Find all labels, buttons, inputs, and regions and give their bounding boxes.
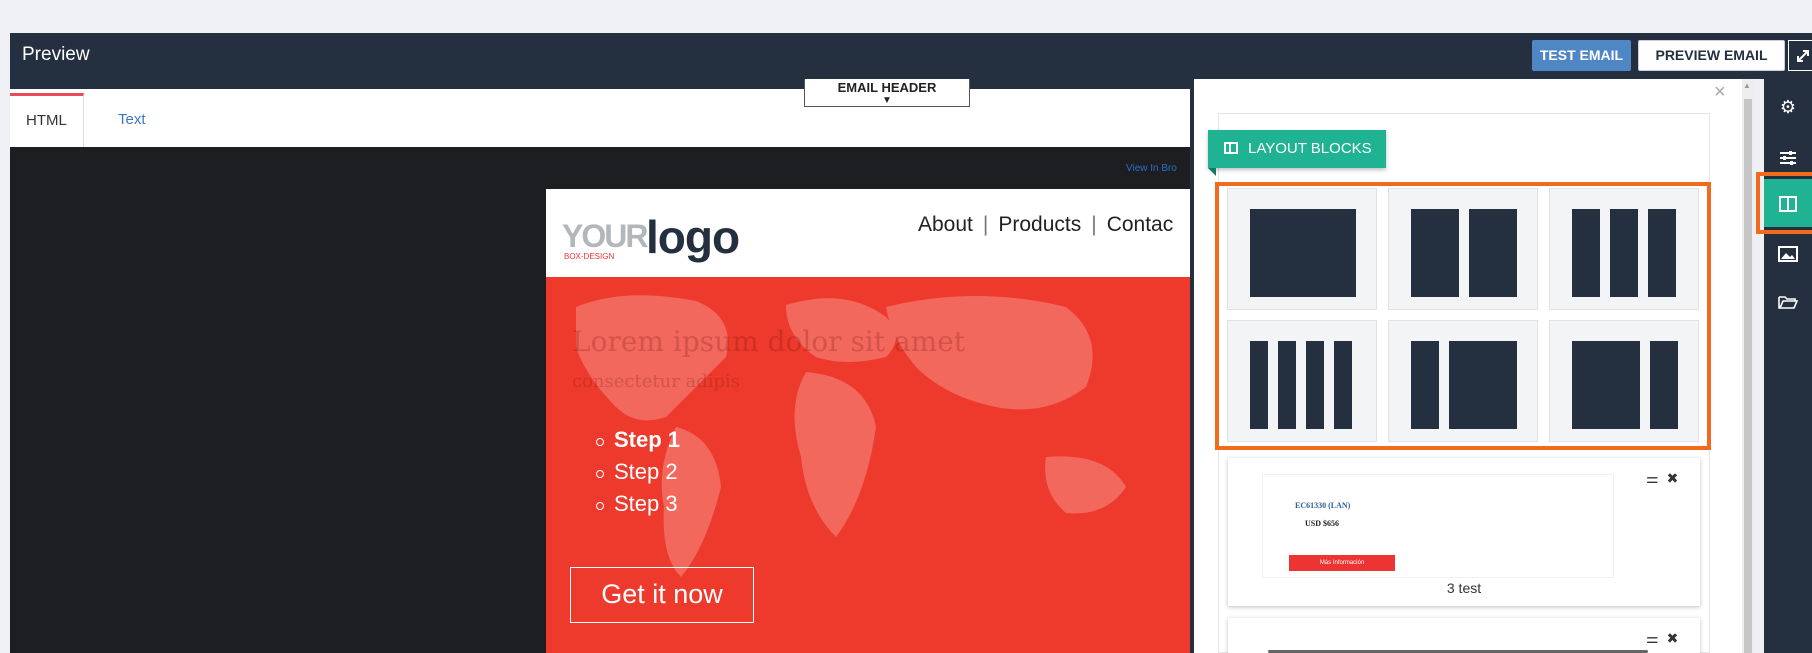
sliders-icon[interactable]: ⚌	[1646, 470, 1659, 486]
email-nav: About | Products | Contac	[918, 213, 1174, 236]
tab-text[interactable]: Text	[102, 93, 162, 147]
steps-list: Step 1 Step 2 Step 3	[596, 427, 680, 523]
sliders-icon[interactable]: ⚌	[1646, 630, 1659, 646]
preview-email-button[interactable]: PREVIEW EMAIL	[1638, 40, 1785, 71]
logo[interactable]: YOUR BOX-DESIGN logo	[562, 209, 762, 265]
email-logo-row: YOUR BOX-DESIGN logo About | Products | Cont…	[546, 189, 1190, 277]
email-header-label: EMAIL HEADER	[837, 80, 937, 95]
gear-icon[interactable]: ⚙	[1764, 83, 1812, 131]
nav-link-products[interactable]: Products	[998, 213, 1081, 236]
list-item: Step 1	[596, 427, 680, 453]
nav-link-about[interactable]: About	[918, 213, 973, 236]
saved-block-card[interactable]: ⚌ ✖	[1228, 618, 1700, 653]
email-editor: HTML Text EMAIL HEADER ▼ View In Bro YOU…	[10, 79, 1190, 653]
hero-heading: Lorem ipsum dolor sit amet	[572, 325, 966, 358]
email-canvas: YOUR BOX-DESIGN logo About | Products | Cont…	[546, 189, 1190, 653]
get-it-now-button[interactable]: Get it now	[570, 567, 754, 623]
svg-text:BOX-DESIGN: BOX-DESIGN	[564, 252, 614, 261]
list-item: Step 2	[596, 459, 680, 485]
email-header-toggle[interactable]: EMAIL HEADER ▼	[804, 79, 970, 107]
scroll-up-icon[interactable]: ▲	[1743, 81, 1751, 90]
close-icon[interactable]: ×	[1714, 81, 1726, 104]
columns-icon	[1224, 142, 1238, 154]
view-in-browser-link[interactable]: View In Bro	[1126, 163, 1177, 174]
delete-icon[interactable]: ✖	[1667, 470, 1679, 486]
list-item: Step 3	[596, 491, 680, 517]
image-icon[interactable]	[1764, 229, 1812, 277]
preview-header-bar: Preview TEST EMAIL PREVIEW EMAIL	[10, 33, 1812, 79]
expand-icon[interactable]	[1788, 40, 1812, 71]
page-title: Preview	[22, 44, 90, 65]
svg-text:YOUR: YOUR	[562, 218, 648, 254]
scrollbar-thumb[interactable]	[1744, 99, 1752, 653]
folder-icon[interactable]	[1764, 277, 1812, 325]
editor-tabs: HTML Text	[10, 89, 1190, 147]
email-hero[interactable]: Lorem ipsum dolor sit amet consectetur a…	[546, 277, 1190, 653]
saved-block-name: 3 test	[1446, 580, 1482, 596]
saved-block-card[interactable]: EC61330 (LAN) USD $656 Más Información ⚌…	[1228, 458, 1700, 606]
svg-text:logo: logo	[646, 211, 739, 263]
tab-html[interactable]: HTML	[10, 93, 84, 147]
chevron-down-icon: ▼	[882, 95, 892, 106]
nav-link-contact[interactable]: Contac	[1107, 213, 1174, 236]
delete-icon[interactable]: ✖	[1667, 630, 1679, 646]
hero-subheading: consectetur adipis	[572, 371, 741, 392]
layout-blocks-label: LAYOUT BLOCKS	[1208, 130, 1386, 168]
layout-options-highlight	[1215, 182, 1711, 450]
side-toolbar: ⚙	[1764, 79, 1812, 653]
test-email-button[interactable]: TEST EMAIL	[1532, 40, 1631, 71]
active-tool-highlight	[1756, 172, 1812, 234]
saved-block-thumbnail: EC61330 (LAN) USD $656 Más Información	[1262, 474, 1614, 578]
